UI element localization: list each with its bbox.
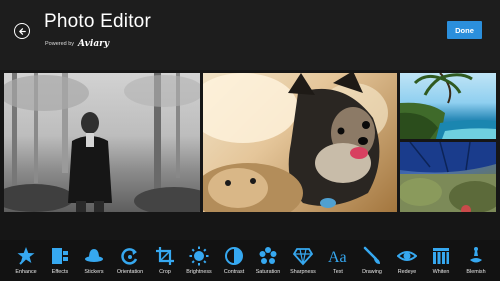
tool-whiten[interactable]: Whiten xyxy=(421,240,461,281)
powered-by: Powered by Aviary xyxy=(45,39,109,49)
tool-stickers[interactable]: Stickers xyxy=(74,240,114,281)
tool-drawing[interactable]: Drawing xyxy=(352,240,392,281)
header: Photo Editor Powered by Aviary Done xyxy=(0,0,500,70)
photo-dogs[interactable] xyxy=(203,73,397,212)
star-wand-icon xyxy=(17,247,35,265)
tool-contrast-label: Contrast xyxy=(223,269,245,275)
sun-icon xyxy=(189,246,209,266)
contrast-icon xyxy=(225,247,243,265)
tool-drawing-label: Drawing xyxy=(362,269,382,275)
tool-effects-label: Effects xyxy=(51,269,69,275)
tool-enhance-label: Enhance xyxy=(15,269,37,275)
tool-text-label: Text xyxy=(333,269,343,275)
tool-stickers-label: Stickers xyxy=(84,269,104,275)
arrow-left-icon xyxy=(18,27,26,35)
tool-blemish[interactable]: Blemish xyxy=(456,240,496,281)
eye-icon xyxy=(397,251,417,261)
tool-sharpness-label: Sharpness xyxy=(290,269,316,275)
crop-icon xyxy=(156,247,174,265)
page-title: Photo Editor xyxy=(44,11,151,32)
done-button[interactable]: Done xyxy=(447,21,482,39)
tool-saturation-label: Saturation xyxy=(255,269,281,275)
tool-saturation[interactable]: Saturation xyxy=(248,240,288,281)
effects-icon xyxy=(52,248,68,264)
tools-toolbar: Enhance Effects Stickers Orientation Cro… xyxy=(0,240,500,281)
tool-orientation[interactable]: Orientation xyxy=(110,240,150,281)
rotate-icon xyxy=(121,248,138,265)
tool-brightness[interactable]: Brightness xyxy=(179,240,219,281)
brush-icon xyxy=(363,246,380,264)
tool-sharpness[interactable]: Sharpness xyxy=(283,240,323,281)
powered-by-label: Powered by xyxy=(45,41,75,47)
svg-text:Aa: Aa xyxy=(328,249,347,266)
photo-canvas xyxy=(0,70,500,240)
hat-icon xyxy=(85,249,103,262)
saturation-icon xyxy=(259,247,277,264)
tool-blemish-label: Blemish xyxy=(466,269,486,275)
text-icon: Aa xyxy=(328,249,347,266)
tool-whiten-label: Whiten xyxy=(432,269,450,275)
back-button[interactable] xyxy=(14,23,30,39)
photo-beach[interactable] xyxy=(400,73,496,139)
tool-redeye-label: Redeye xyxy=(397,269,417,275)
tool-brightness-label: Brightness xyxy=(186,269,212,275)
tool-orientation-label: Orientation xyxy=(116,269,144,275)
diamond-icon xyxy=(293,248,313,266)
blemish-icon xyxy=(470,247,482,263)
whiten-icon xyxy=(433,248,449,264)
tool-crop-label: Crop xyxy=(159,269,171,275)
aviary-logo: Aviary xyxy=(78,39,110,49)
photo-portrait[interactable] xyxy=(4,73,200,212)
photo-umbrella[interactable] xyxy=(400,142,496,212)
